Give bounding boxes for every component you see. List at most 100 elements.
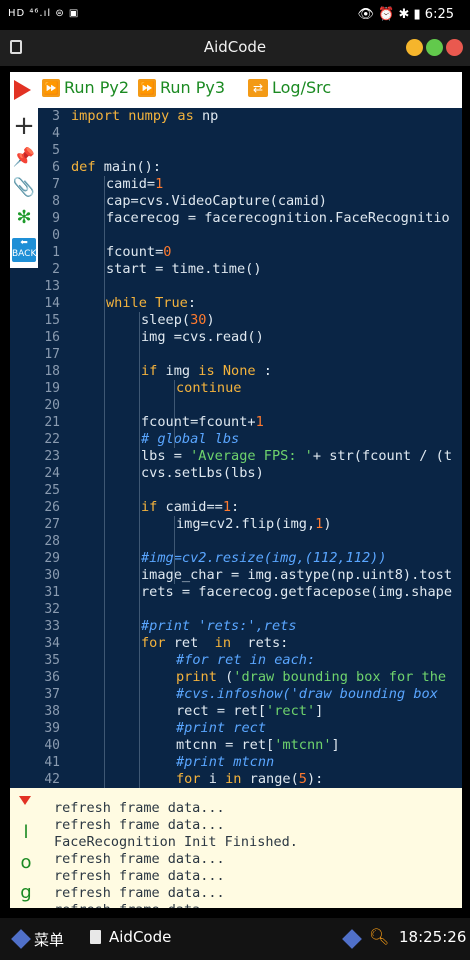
code-token: as <box>169 108 202 124</box>
code-line[interactable]: if img is None : <box>141 363 272 380</box>
add-icon[interactable]: + <box>12 113 36 139</box>
pin-icon[interactable]: 📌 <box>12 146 36 170</box>
code-token: #cvs.infoshow('draw bounding box <box>176 686 438 702</box>
code-token: lbs = <box>141 448 191 464</box>
code-token: is <box>198 363 215 379</box>
log-side-tab[interactable]: log <box>10 788 40 908</box>
code-line[interactable]: fcount=fcount+1 <box>141 414 264 431</box>
taskbar-app-label[interactable]: AidCode <box>109 928 171 946</box>
code-line[interactable]: rets = facerecog.getfacepose(img.shape <box>141 584 452 601</box>
code-token: start = time.time() <box>106 261 262 277</box>
code-line[interactable]: #print mtcnn <box>176 754 274 771</box>
code-token: #for ret in each: <box>176 652 316 668</box>
line-number: 15 <box>44 313 60 328</box>
line-number: 39 <box>44 721 60 736</box>
code-line[interactable]: lbs = 'Average FPS: '+ str(fcount / (t <box>141 448 452 465</box>
code-line[interactable]: start = time.time() <box>106 261 262 278</box>
code-line[interactable]: #for ret in each: <box>176 652 315 669</box>
log-src-button[interactable]: ⇄ Log/Src <box>248 78 331 97</box>
line-number: 35▾ <box>38 652 66 669</box>
line-number: 21 <box>44 415 60 430</box>
run-py2-button[interactable]: ⏩ Run Py2 <box>42 78 129 97</box>
line-number: 13 <box>44 279 60 294</box>
collapse-icon[interactable] <box>19 796 31 805</box>
minimize-button[interactable] <box>406 39 423 56</box>
code-token: facerecog = facerecognition.FaceRecognit… <box>106 210 450 226</box>
tray-cube-icon[interactable] <box>342 929 362 949</box>
code-line[interactable]: def main(): <box>71 159 161 176</box>
search-icon[interactable]: 🔍︎ <box>369 927 389 946</box>
line-number: 30 <box>44 568 60 583</box>
code-line[interactable]: fcount=0 <box>106 244 171 261</box>
code-token: cap=cvs.VideoCapture(camid) <box>106 193 327 209</box>
paperclip-icon[interactable]: 📎 <box>12 176 36 200</box>
code-line[interactable]: #img=cv2.resize(img,(112,112)) <box>141 550 387 567</box>
code-line[interactable]: facerecog = facerecognition.FaceRecognit… <box>106 210 450 227</box>
back-icon[interactable]: ⬅ BACK <box>12 238 36 262</box>
code-line[interactable]: mtcnn = ret['mtcnn'] <box>176 737 340 754</box>
log-output: refresh frame data... refresh frame data.… <box>54 800 462 908</box>
code-line[interactable]: img =cvs.read() <box>141 329 264 346</box>
indent-guide <box>139 312 140 788</box>
code-token: 'mtcnn' <box>274 737 332 753</box>
code-token: range( <box>241 771 299 787</box>
line-number: 40 <box>44 738 60 753</box>
code-line[interactable]: print ('draw bounding box for the <box>176 669 446 686</box>
run-py2-label: Run Py2 <box>64 78 130 97</box>
indent-guide <box>174 516 175 584</box>
line-number: 22 <box>44 432 60 447</box>
run-py3-button[interactable]: ⏩ Run Py3 <box>138 78 225 97</box>
log-tab-letter: g <box>20 882 32 903</box>
code-token: camid= <box>106 176 156 192</box>
code-token: camid== <box>157 499 223 515</box>
code-line[interactable]: for ret in rets: <box>141 635 288 652</box>
code-editor[interactable]: import numpy as np def main(): camid=1 cap=… <box>66 108 462 788</box>
line-number: 36 <box>44 670 60 685</box>
code-line[interactable]: img=cv2.flip(img,1) <box>176 516 332 533</box>
menu-label[interactable]: 菜单 <box>34 929 64 950</box>
line-number: 16 <box>44 330 60 345</box>
code-line[interactable]: if camid==1: <box>141 499 239 516</box>
code-token: in <box>225 771 242 787</box>
line-number: 7 <box>52 177 60 192</box>
log-line: FaceRecognition Init Finished. <box>54 834 298 850</box>
code-token: 1 <box>255 414 264 430</box>
code-line[interactable]: # global lbs <box>141 431 239 448</box>
code-token: 5 <box>298 771 307 787</box>
code-token: ) <box>323 516 332 532</box>
line-number: 24 <box>44 466 60 481</box>
code-line[interactable]: image_char = img.astype(np.uint8).tost <box>141 567 452 584</box>
line-number: 20 <box>44 398 60 413</box>
line-number: 31 <box>44 585 60 600</box>
code-line[interactable]: while True: <box>106 295 196 312</box>
code-line[interactable]: continue <box>176 380 241 397</box>
code-line[interactable]: #cvs.infoshow('draw bounding box <box>176 686 438 703</box>
run-icon[interactable] <box>14 80 31 100</box>
code-line[interactable]: camid=1 <box>106 176 163 193</box>
code-line[interactable]: for i in range(5): <box>176 771 323 788</box>
line-number: 28 <box>44 534 60 549</box>
code-token: 'rect' <box>266 703 316 719</box>
toolbar: ⏩ Run Py2 ⏩ Run Py3 ⇄ Log/Src <box>10 72 462 108</box>
line-number: 29 <box>44 551 60 566</box>
editor-left-gutter <box>10 268 38 788</box>
code-line[interactable]: #print 'rets:',rets <box>141 618 297 635</box>
code-token: main(): <box>95 159 162 175</box>
maximize-button[interactable] <box>426 39 443 56</box>
code-line[interactable]: import numpy as np <box>71 108 218 125</box>
code-token: 30 <box>190 312 207 328</box>
status-right: 👁 ⏰ ✱ ▮ 6:25 <box>357 7 454 22</box>
line-number: 41 <box>44 755 60 770</box>
code-line[interactable]: sleep(30) <box>141 312 215 329</box>
settings-icon[interactable]: ✻ <box>12 206 36 230</box>
code-token: True <box>155 295 188 311</box>
log-panel: log refresh frame data... refresh frame d… <box>10 788 462 908</box>
line-number: 0 <box>52 228 60 243</box>
code-line[interactable]: cvs.setLbs(lbs) <box>141 465 264 482</box>
code-line[interactable]: rect = ret['rect'] <box>176 703 323 720</box>
code-line[interactable]: #print rect <box>176 720 266 737</box>
code-token: img <box>157 363 199 379</box>
log-src-label: Log/Src <box>272 78 332 97</box>
code-line[interactable]: cap=cvs.VideoCapture(camid) <box>106 193 327 210</box>
close-button[interactable] <box>446 39 463 56</box>
